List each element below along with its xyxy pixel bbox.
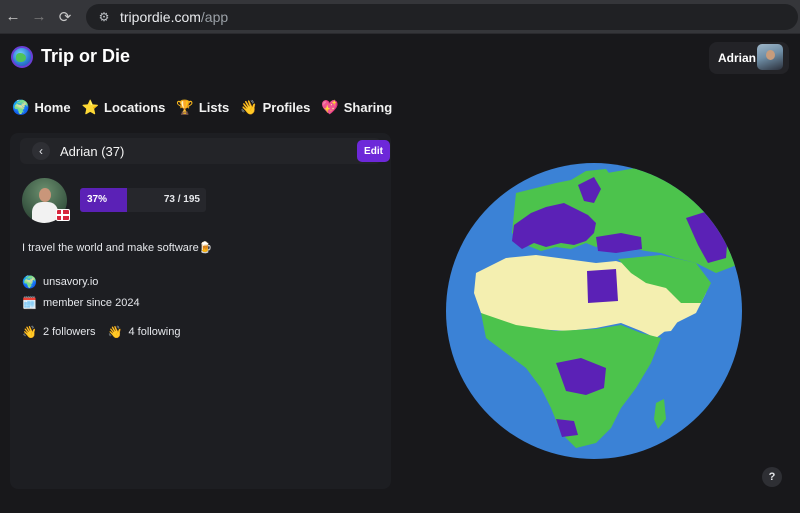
profile-panel: ‹ Adrian (37) Edit 37% 73 / 195 I travel… <box>10 133 391 489</box>
app-header: Trip or Die Adrian <box>0 34 800 82</box>
nav-label-profiles: Profiles <box>262 99 311 115</box>
countries-progress-bar: 37% 73 / 195 <box>80 188 206 212</box>
member-since-text: member since 2024 <box>42 297 140 309</box>
member-since-row: 🗓️ member since 2024 <box>22 297 140 309</box>
browser-back-button[interactable]: ← <box>0 4 26 30</box>
user-menu-button[interactable]: Adrian <box>709 42 789 74</box>
url-path: /app <box>200 8 229 25</box>
url-host: tripordie.com <box>120 8 201 25</box>
visited-egypt <box>587 269 618 303</box>
progress-percent: 37% <box>87 194 108 205</box>
edit-profile-button[interactable]: Edit <box>357 140 390 162</box>
follow-stats: 👋 2 followers 👋 4 following <box>22 326 192 338</box>
waving-hand-icon: 👋 <box>240 99 258 115</box>
following-link[interactable]: 👋 4 following <box>108 326 181 338</box>
browser-forward-button[interactable]: → <box>26 4 52 30</box>
nav-item-locations[interactable]: ⭐ Locations <box>82 100 166 115</box>
home-country-flag-icon <box>56 209 70 221</box>
followers-count: 2 followers <box>42 326 96 338</box>
website-link[interactable]: unsavory.io <box>43 276 98 288</box>
world-globe-map[interactable] <box>446 163 742 459</box>
site-settings-icon[interactable]: ⚙ <box>96 9 112 25</box>
following-count: 4 following <box>128 326 181 338</box>
star-icon: ⭐ <box>81 99 99 115</box>
logo-globe-icon[interactable] <box>11 46 33 68</box>
main-nav: 🌍 Home ⭐ Locations 🏆 Lists 👋 Profiles 💖 … <box>12 96 403 118</box>
profile-name: Adrian (37) <box>60 144 125 159</box>
app-title[interactable]: Trip or Die <box>41 46 130 67</box>
profile-header: ‹ Adrian (37) Edit <box>20 138 390 164</box>
profile-bio: I travel the world and make software🍺 <box>22 242 213 254</box>
progress-count: 73 / 195 <box>163 194 200 205</box>
globe-icon: 🌍 <box>12 99 30 115</box>
browser-toolbar: ← → ⟳ ⚙ tripordie.com/app <box>0 0 800 34</box>
nav-label-lists: Lists <box>198 99 230 115</box>
heart-icon: 💖 <box>321 99 339 115</box>
nav-item-lists[interactable]: 🏆 Lists <box>176 100 229 115</box>
user-name: Adrian <box>718 51 757 65</box>
nav-label-sharing: Sharing <box>343 99 393 115</box>
waving-hand-icon: 👋 <box>22 325 37 339</box>
nav-item-sharing[interactable]: 💖 Sharing <box>321 100 392 115</box>
waving-hand-icon: 👋 <box>107 325 123 339</box>
user-avatar <box>757 44 783 70</box>
trophy-icon: 🏆 <box>176 99 194 115</box>
nav-label-home: Home <box>34 99 71 115</box>
nav-item-profiles[interactable]: 👋 Profiles <box>240 100 310 115</box>
help-button[interactable]: ? <box>762 467 782 487</box>
visited-turkey <box>596 233 642 253</box>
globe-icon: 🌍 <box>22 275 37 289</box>
browser-reload-button[interactable]: ⟳ <box>52 4 78 30</box>
website-row: 🌍 unsavory.io <box>22 276 98 288</box>
address-bar[interactable]: ⚙ tripordie.com/app <box>86 3 798 30</box>
followers-link[interactable]: 👋 2 followers <box>22 326 96 338</box>
back-button[interactable]: ‹ <box>32 142 50 160</box>
nav-item-home[interactable]: 🌍 Home <box>12 100 71 115</box>
calendar-icon: 🗓️ <box>22 296 37 310</box>
nav-label-locations: Locations <box>104 99 166 115</box>
globe-svg[interactable] <box>446 163 742 459</box>
